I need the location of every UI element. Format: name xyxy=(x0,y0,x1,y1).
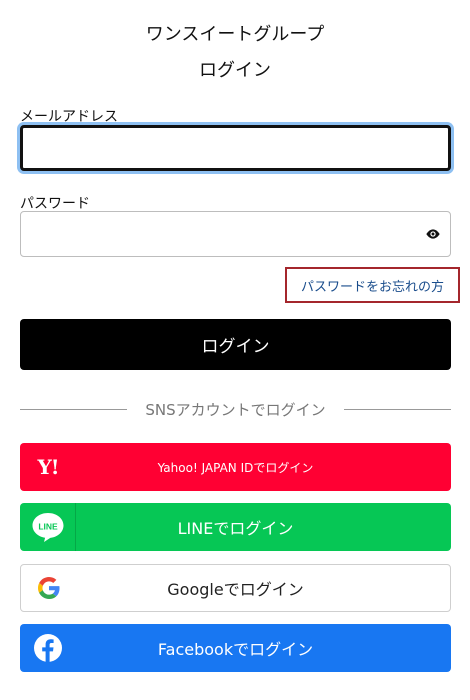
yahoo-login-label: Yahoo! JAPAN IDでログイン xyxy=(157,460,314,475)
password-field-wrapper xyxy=(20,211,451,257)
google-login-label: Googleでログイン xyxy=(167,580,304,599)
email-label: メールアドレス xyxy=(20,109,118,125)
google-logo-icon xyxy=(21,565,77,611)
line-logo-icon: LINE xyxy=(20,503,76,551)
login-button[interactable]: ログイン xyxy=(20,319,451,370)
email-field[interactable] xyxy=(23,128,448,168)
facebook-login-button[interactable]: Facebookでログイン xyxy=(20,624,451,672)
email-field-wrapper xyxy=(20,125,451,171)
yahoo-login-button[interactable]: Y! Yahoo! JAPAN IDでログイン xyxy=(20,443,451,491)
password-label: パスワード xyxy=(20,196,90,212)
brand-title: ワンスイートグループ xyxy=(145,24,325,45)
divider-text: SNSアカウントでログイン xyxy=(145,400,326,419)
line-login-label: LINEでログイン xyxy=(177,519,294,538)
eye-icon[interactable] xyxy=(424,226,442,242)
facebook-logo-icon xyxy=(20,624,76,672)
facebook-login-label: Facebookでログイン xyxy=(157,640,314,659)
line-logo-text: LINE xyxy=(38,522,58,532)
yahoo-logo-text: Y! xyxy=(37,455,59,479)
divider-line-right xyxy=(343,408,452,410)
password-field[interactable] xyxy=(21,212,450,256)
divider-line-left xyxy=(20,408,128,410)
google-login-button[interactable]: Googleでログイン xyxy=(20,564,451,612)
yahoo-logo-icon: Y! xyxy=(20,443,76,491)
sns-divider: SNSアカウントでログイン xyxy=(20,399,452,419)
line-login-button[interactable]: LINE LINEでログイン xyxy=(20,503,451,551)
page-title: ログイン xyxy=(199,60,271,81)
line-bubble-icon: LINE xyxy=(32,513,63,542)
forgot-password-link[interactable]: パスワードをお忘れの方 xyxy=(285,267,460,303)
